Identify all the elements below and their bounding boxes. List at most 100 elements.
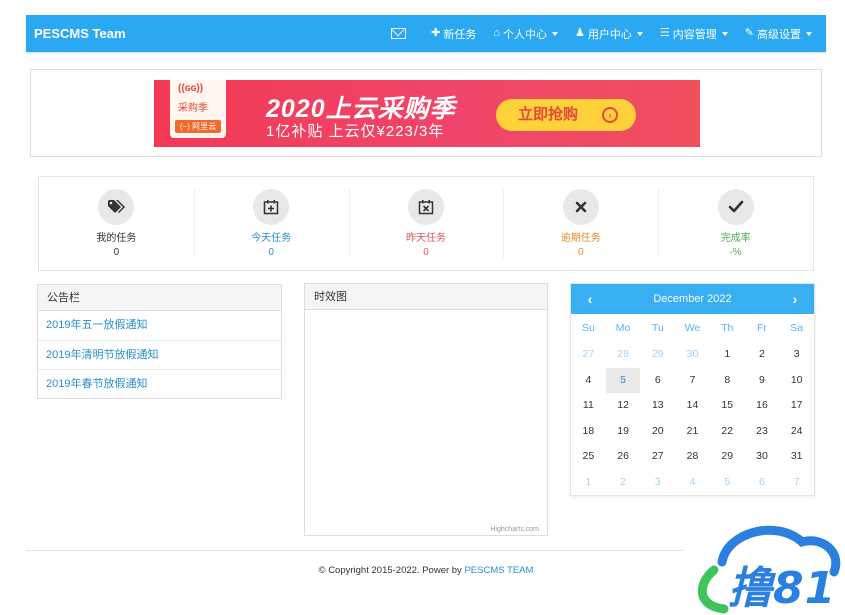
calendar-day[interactable]: 27: [571, 342, 606, 368]
calendar-month: December 2022: [653, 293, 732, 305]
calendar-week-row: 1234567: [571, 470, 814, 496]
calendar-day[interactable]: 28: [675, 444, 710, 470]
notice-link[interactable]: 2019年清明节放假通知: [38, 341, 281, 370]
calendar-day[interactable]: 4: [571, 368, 606, 394]
aliyun-logo: ((ɢɢ)) 采购季 (−) 阿里云: [170, 80, 226, 138]
stat-value: -%: [729, 247, 742, 258]
calendar-day[interactable]: 6: [745, 470, 780, 496]
calendar-day[interactable]: 21: [675, 419, 710, 445]
stat-overdue-tasks[interactable]: 逾期任务 0: [503, 177, 658, 270]
nav-label: 新任务: [443, 28, 477, 41]
plus-icon: ✚: [431, 27, 441, 39]
calendar-days: 27 28 29 30 1 2 3 4 5 6 7 8 9 10 11 12 13 14 15 16 17 18 19 20 2…: [571, 342, 814, 495]
buy-now-button[interactable]: 立即抢购 ›: [496, 99, 636, 131]
calendar-day[interactable]: 11: [571, 393, 606, 419]
calendar-day[interactable]: 31: [779, 444, 814, 470]
calendar-day[interactable]: 7: [779, 470, 814, 496]
calendar-day[interactable]: 6: [640, 368, 675, 394]
messages-button[interactable]: [391, 28, 414, 39]
home-icon: ⌂: [493, 27, 501, 39]
footer-divider: [26, 550, 684, 551]
calendar-day[interactable]: 4: [675, 470, 710, 496]
timeliness-chart-panel: 时效图 Highcharts.com: [304, 283, 548, 536]
calendar-day[interactable]: 13: [640, 393, 675, 419]
notice-link[interactable]: 2019年五一放假通知: [38, 311, 281, 341]
calendar-day[interactable]: 22: [710, 419, 745, 445]
caret-down-icon: [552, 31, 559, 36]
calendar-day[interactable]: 20: [640, 419, 675, 445]
calendar-day[interactable]: 9: [745, 368, 780, 394]
stat-yesterday-tasks[interactable]: 昨天任务 0: [348, 177, 504, 270]
calendar-day[interactable]: 18: [571, 419, 606, 445]
wrench-icon: ✎: [744, 27, 754, 39]
logo-brand: (−) 阿里云: [175, 120, 221, 133]
calendar-day[interactable]: 2: [745, 342, 780, 368]
watermark-text: 撸81: [728, 563, 837, 614]
nav-content-management[interactable]: ☰ 内容管理: [660, 26, 728, 42]
calendar-day[interactable]: 1: [710, 342, 745, 368]
chevron-left-icon[interactable]: ‹: [575, 284, 605, 314]
calendar-day[interactable]: 25: [571, 444, 606, 470]
calendar-day[interactable]: 14: [675, 393, 710, 419]
highcharts-credit[interactable]: Highcharts.com: [490, 526, 539, 533]
nav-personal-center[interactable]: ⌂ 个人中心: [493, 26, 559, 42]
calendar-day[interactable]: 16: [745, 393, 780, 419]
calendar-day[interactable]: 28: [606, 342, 641, 368]
calendar-weekdays: Su Mo Tu We Th Fr Sa: [571, 314, 814, 342]
calendar-header: ‹ December 2022 ›: [571, 284, 814, 314]
calendar-day[interactable]: 5: [605, 367, 641, 393]
nav-user-center[interactable]: ♟ 用户中心: [575, 26, 643, 42]
calendar-day[interactable]: 26: [606, 444, 641, 470]
notice-link[interactable]: 2019年春节放假通知: [38, 370, 281, 400]
calendar-day[interactable]: 29: [640, 342, 675, 368]
calendar-day[interactable]: 10: [779, 368, 814, 394]
calendar-day[interactable]: 15: [710, 393, 745, 419]
calendar-day[interactable]: 30: [675, 342, 710, 368]
brand-logo[interactable]: PESCMS Team: [34, 26, 126, 41]
notice-panel: 公告栏 2019年五一放假通知 2019年清明节放假通知 2019年春节放假通知: [37, 284, 282, 399]
user-icon: ♟: [575, 27, 585, 39]
calendar-day[interactable]: 23: [745, 419, 780, 445]
calendar-day[interactable]: 17: [779, 393, 814, 419]
calendar-times-icon: [407, 189, 444, 225]
calendar-day[interactable]: 24: [779, 419, 814, 445]
envelope-icon: [391, 28, 407, 39]
calendar-day[interactable]: 7: [675, 368, 710, 394]
nav-new-task[interactable]: ✚ 新任务: [431, 26, 476, 42]
caret-down-icon: [721, 31, 728, 36]
stat-label: 今天任务: [251, 233, 292, 244]
button-label: 立即抢购: [518, 106, 579, 123]
calendar-day[interactable]: 29: [710, 444, 745, 470]
calendar-day[interactable]: 3: [640, 470, 675, 496]
stat-today-tasks[interactable]: 今天任务 0: [193, 177, 349, 270]
stat-completion-rate[interactable]: 完成率 -%: [658, 177, 813, 270]
weekday-label: Mo: [615, 322, 631, 334]
stat-my-tasks[interactable]: 我的任务 0: [39, 177, 194, 270]
watermark-logo: 撸81: [682, 514, 845, 615]
weekday-label: Fr: [756, 322, 767, 334]
calendar-day[interactable]: 19: [606, 419, 641, 445]
check-icon: [717, 189, 754, 225]
weekday-label: Tu: [651, 322, 664, 334]
calendar-day[interactable]: 1: [571, 470, 606, 496]
calendar-day[interactable]: 2: [606, 470, 641, 496]
calendar-day[interactable]: 5: [710, 470, 745, 496]
stat-label: 我的任务: [96, 233, 137, 244]
weekday-label: We: [684, 322, 701, 334]
nav-advanced-settings[interactable]: ✎ 高级设置: [745, 26, 812, 42]
pescms-team-link[interactable]: PESCMS TEAM: [464, 565, 533, 576]
weekday-label: Su: [581, 322, 595, 334]
chevron-right-icon[interactable]: ›: [780, 284, 810, 314]
tags-icon: [98, 189, 135, 225]
calendar-plus-icon: [253, 189, 290, 225]
ad-subtitle: 1亿补贴 上云仅¥223/3年: [266, 123, 445, 140]
calendar-day[interactable]: 8: [710, 368, 745, 394]
calendar-day[interactable]: 27: [640, 444, 675, 470]
nav-label: 内容管理: [672, 28, 717, 41]
calendar-day[interactable]: 12: [606, 393, 641, 419]
stat-value: 0: [423, 247, 429, 258]
calendar-day[interactable]: 30: [745, 444, 780, 470]
logo-text: ((ɢɢ)): [178, 83, 204, 94]
calendar-day[interactable]: 3: [779, 342, 814, 368]
ad-banner[interactable]: ((ɢɢ)) 采购季 (−) 阿里云 2020上云采购季 1亿补贴 上云仅¥22…: [154, 80, 700, 147]
